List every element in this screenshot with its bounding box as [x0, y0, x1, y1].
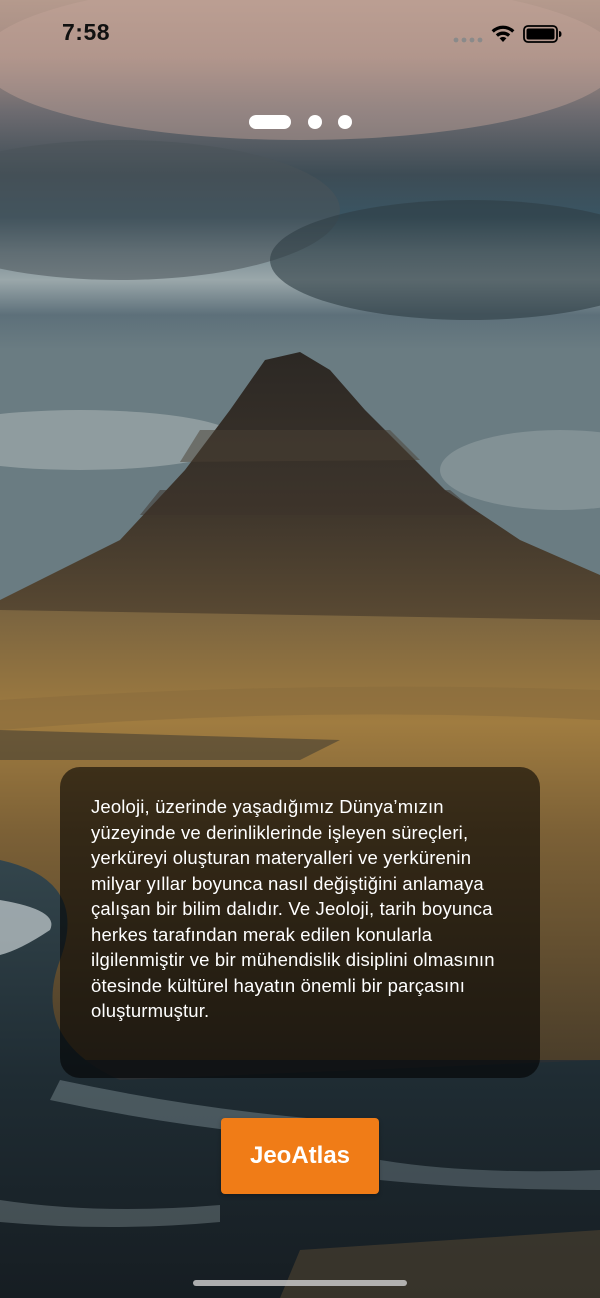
home-indicator[interactable]: [193, 1280, 407, 1286]
page-indicator: [0, 115, 600, 131]
page-dot[interactable]: [338, 115, 352, 129]
onboarding-screen: 7:58 Jeoloji, üzerinde yaşadığımız Dünya…: [0, 0, 600, 1298]
page-dot-active[interactable]: [249, 115, 291, 129]
page-dot[interactable]: [308, 115, 322, 129]
signal-icon: [453, 37, 483, 43]
background-image: [0, 0, 600, 1298]
jeoatlas-button[interactable]: JeoAtlas: [221, 1118, 379, 1194]
status-time: 7:58: [62, 19, 111, 45]
wifi-icon: [491, 25, 515, 42]
description-text: Jeoloji, üzerinde yaşadığımız Dünya’mızı…: [91, 796, 495, 1021]
status-bar: 7:58: [0, 0, 600, 70]
description-card: Jeoloji, üzerinde yaşadığımız Dünya’mızı…: [60, 767, 540, 1078]
battery-icon: [523, 25, 562, 43]
